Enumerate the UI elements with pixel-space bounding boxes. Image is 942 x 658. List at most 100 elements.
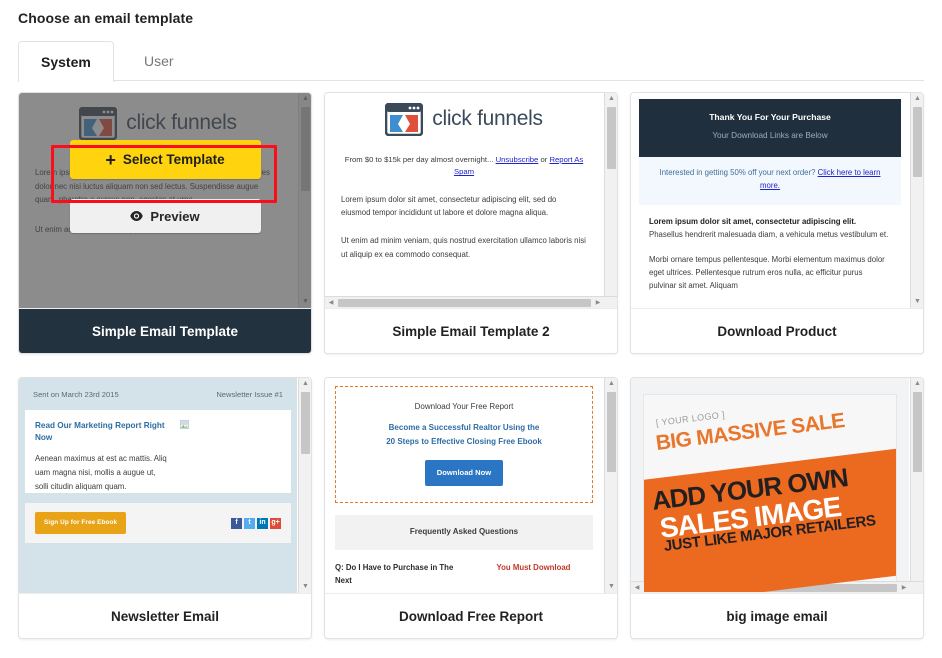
- plus-icon: +: [105, 149, 116, 170]
- template-card-simple-email-template[interactable]: click funnels Lorem ipsum dolor sit amet…: [18, 92, 312, 354]
- scroll-up-icon[interactable]: ▲: [911, 378, 923, 390]
- template-name: Newsletter Email: [19, 594, 311, 638]
- template-preview: click funnels Lorem ipsum dolor sit amet…: [19, 93, 311, 309]
- scroll-thumb[interactable]: [607, 107, 616, 169]
- twitter-icon[interactable]: t: [244, 517, 255, 529]
- free-report-box: Download Your Free Report Become a Succe…: [335, 386, 593, 504]
- scroll-up-icon[interactable]: ▲: [605, 93, 617, 105]
- scroll-thumb[interactable]: [913, 392, 922, 472]
- eye-icon: [130, 211, 144, 221]
- preview-vertical-scrollbar[interactable]: ▲ ▼: [910, 93, 923, 308]
- preview-vertical-scrollbar[interactable]: ▲ ▼: [910, 378, 923, 593]
- product-paragraph-1-rest: Phasellus hendrerit malesuada diam, a ve…: [649, 230, 889, 240]
- template-grid: click funnels Lorem ipsum dolor sit amet…: [18, 92, 924, 639]
- select-template-label: Select Template: [122, 152, 225, 167]
- template-source-tabs: System User: [18, 41, 924, 82]
- scroll-thumb[interactable]: [607, 392, 616, 472]
- social-links: f t in g+: [231, 517, 281, 529]
- scroll-down-icon[interactable]: ▼: [605, 581, 617, 593]
- thank-you-title: Thank You For Your Purchase: [709, 112, 831, 122]
- template-preview: Thank You For Your Purchase Your Downloa…: [631, 93, 923, 309]
- newsletter-issue: Newsletter Issue #1: [216, 390, 283, 399]
- preview-vertical-scrollbar[interactable]: ▲ ▼: [604, 378, 617, 593]
- select-template-button[interactable]: + Select Template: [69, 140, 261, 179]
- template-name: Simple Email Template: [19, 309, 311, 353]
- newsletter-cta-button[interactable]: Sign Up for Free Ebook: [35, 512, 127, 535]
- template-name: Simple Email Template 2: [325, 309, 617, 353]
- template-card-download-product[interactable]: Thank You For Your Purchase Your Downloa…: [630, 92, 924, 354]
- template-preview: Download Your Free Report Become a Succe…: [325, 378, 617, 594]
- preview-vertical-scrollbar[interactable]: ▲ ▼: [298, 378, 311, 593]
- offer-banner: Interested in getting 50% off your next …: [639, 157, 901, 205]
- preview-button[interactable]: Preview: [69, 199, 261, 233]
- template-preview: Sent on March 23rd 2015 Newsletter Issue…: [19, 378, 311, 594]
- click-funnels-mark-icon: [385, 103, 424, 136]
- newsletter-sent-on: Sent on March 23rd 2015: [33, 390, 119, 399]
- template-chooser-page: Choose an email template System User + S…: [0, 0, 942, 658]
- scroll-up-icon[interactable]: ▲: [299, 378, 311, 390]
- scroll-up-icon[interactable]: ▲: [911, 93, 923, 105]
- tab-user[interactable]: User: [114, 41, 204, 80]
- product-paragraph-1: Lorem ipsum dolor sit amet, consectetur …: [649, 215, 891, 242]
- template-card-big-image-email[interactable]: [ YOUR LOGO ] BIG MASSIVE SALE ADD YOUR …: [630, 377, 924, 639]
- tab-system-label: System: [41, 54, 91, 70]
- facebook-icon[interactable]: f: [231, 517, 242, 529]
- preview-lead-line: From $0 to $15k per day almost overnight…: [343, 154, 585, 179]
- newsletter-body: Read Our Marketing Report Right Now Aene…: [25, 409, 291, 494]
- preview-horizontal-scrollbar[interactable]: ◀ ▶: [325, 296, 617, 308]
- scroll-right-icon[interactable]: ▶: [592, 297, 604, 308]
- lead-text: From $0 to $15k per day almost overnight…: [344, 155, 494, 164]
- scroll-up-icon[interactable]: ▲: [605, 378, 617, 390]
- scroll-right-icon[interactable]: ▶: [898, 582, 910, 593]
- newsletter-copy: Aenean maximus at est ac mattis. Aliq ua…: [35, 454, 167, 491]
- scroll-thumb[interactable]: [913, 107, 922, 177]
- preview-paragraph-1: Lorem ipsum dolor sit amet, consectetur …: [341, 194, 557, 218]
- scroll-left-icon[interactable]: ◀: [631, 582, 643, 593]
- preview-vertical-scrollbar[interactable]: ▲ ▼: [604, 93, 617, 308]
- tab-system[interactable]: System: [18, 41, 114, 82]
- lead-or: or: [540, 155, 548, 164]
- preview-paragraph-2: Ut enim ad minim veniam, quis nostrud ex…: [341, 235, 586, 259]
- scroll-down-icon[interactable]: ▼: [299, 581, 311, 593]
- broken-image-icon: [179, 419, 189, 429]
- preview-content: Thank You For Your Purchase Your Downloa…: [631, 93, 909, 308]
- newsletter-headline: Read Our Marketing Report Right Now: [35, 420, 165, 443]
- template-actions: + Select Template Preview: [19, 140, 311, 233]
- scroll-thumb[interactable]: [301, 392, 310, 454]
- template-card-download-free-report[interactable]: Download Your Free Report Become a Succe…: [324, 377, 618, 639]
- product-paragraph-2: Morbi ornare tempus pellentesque. Morbi …: [649, 254, 885, 291]
- faq-question: Q: Do I Have to Purchase in The Next: [335, 562, 454, 585]
- product-paragraph-1-bold: Lorem ipsum dolor sit amet, consectetur …: [649, 216, 857, 226]
- template-name: Download Free Report: [325, 594, 617, 638]
- download-now-button[interactable]: Download Now: [424, 460, 504, 487]
- unsubscribe-link[interactable]: Unsubscribe: [496, 155, 539, 164]
- scroll-left-icon[interactable]: ◀: [325, 297, 337, 308]
- page-title: Choose an email template: [18, 10, 194, 26]
- template-preview: [ YOUR LOGO ] BIG MASSIVE SALE ADD YOUR …: [631, 378, 923, 594]
- free-report-subtitle-line2: 20 Steps to Effective Closing Free Ebook: [386, 437, 542, 447]
- scroll-down-icon[interactable]: ▼: [911, 296, 923, 308]
- googleplus-icon[interactable]: g+: [270, 517, 281, 529]
- template-preview: click funnels From $0 to $15k per day al…: [325, 93, 617, 309]
- free-report-title: Download Your Free Report: [414, 402, 514, 411]
- product-body: Lorem ipsum dolor sit amet, consectetur …: [639, 205, 901, 293]
- offer-text: Interested in getting 50% off your next …: [659, 168, 816, 178]
- click-funnels-wordmark: click funnels: [432, 107, 543, 131]
- newsletter-footer: Sign Up for Free Ebook f t in g+: [25, 503, 291, 544]
- preview-label: Preview: [150, 208, 200, 224]
- click-funnels-logo: click funnels: [339, 103, 589, 136]
- template-card-simple-email-template-2[interactable]: click funnels From $0 to $15k per day al…: [324, 92, 618, 354]
- preview-content: [ YOUR LOGO ] BIG MASSIVE SALE ADD YOUR …: [631, 378, 909, 593]
- template-card-newsletter-email[interactable]: Sent on March 23rd 2015 Newsletter Issue…: [18, 377, 312, 639]
- free-report-subtitle-line1: Become a Successful Realtor Using the: [388, 423, 540, 433]
- thank-you-subtitle: Your Download Links are Below: [712, 131, 828, 141]
- faq-row: Q: Do I Have to Purchase in The Next You…: [335, 561, 593, 588]
- preview-content: Download Your Free Report Become a Succe…: [325, 378, 603, 593]
- scroll-thumb-horizontal[interactable]: [338, 299, 591, 307]
- free-report-subtitle: Become a Successful Realtor Using the 20…: [346, 421, 582, 449]
- template-name: big image email: [631, 594, 923, 638]
- sales-image: [ YOUR LOGO ] BIG MASSIVE SALE ADD YOUR …: [643, 394, 897, 593]
- preview-content: Sent on March 23rd 2015 Newsletter Issue…: [19, 378, 297, 593]
- tab-user-label: User: [144, 53, 174, 69]
- linkedin-icon[interactable]: in: [257, 517, 268, 529]
